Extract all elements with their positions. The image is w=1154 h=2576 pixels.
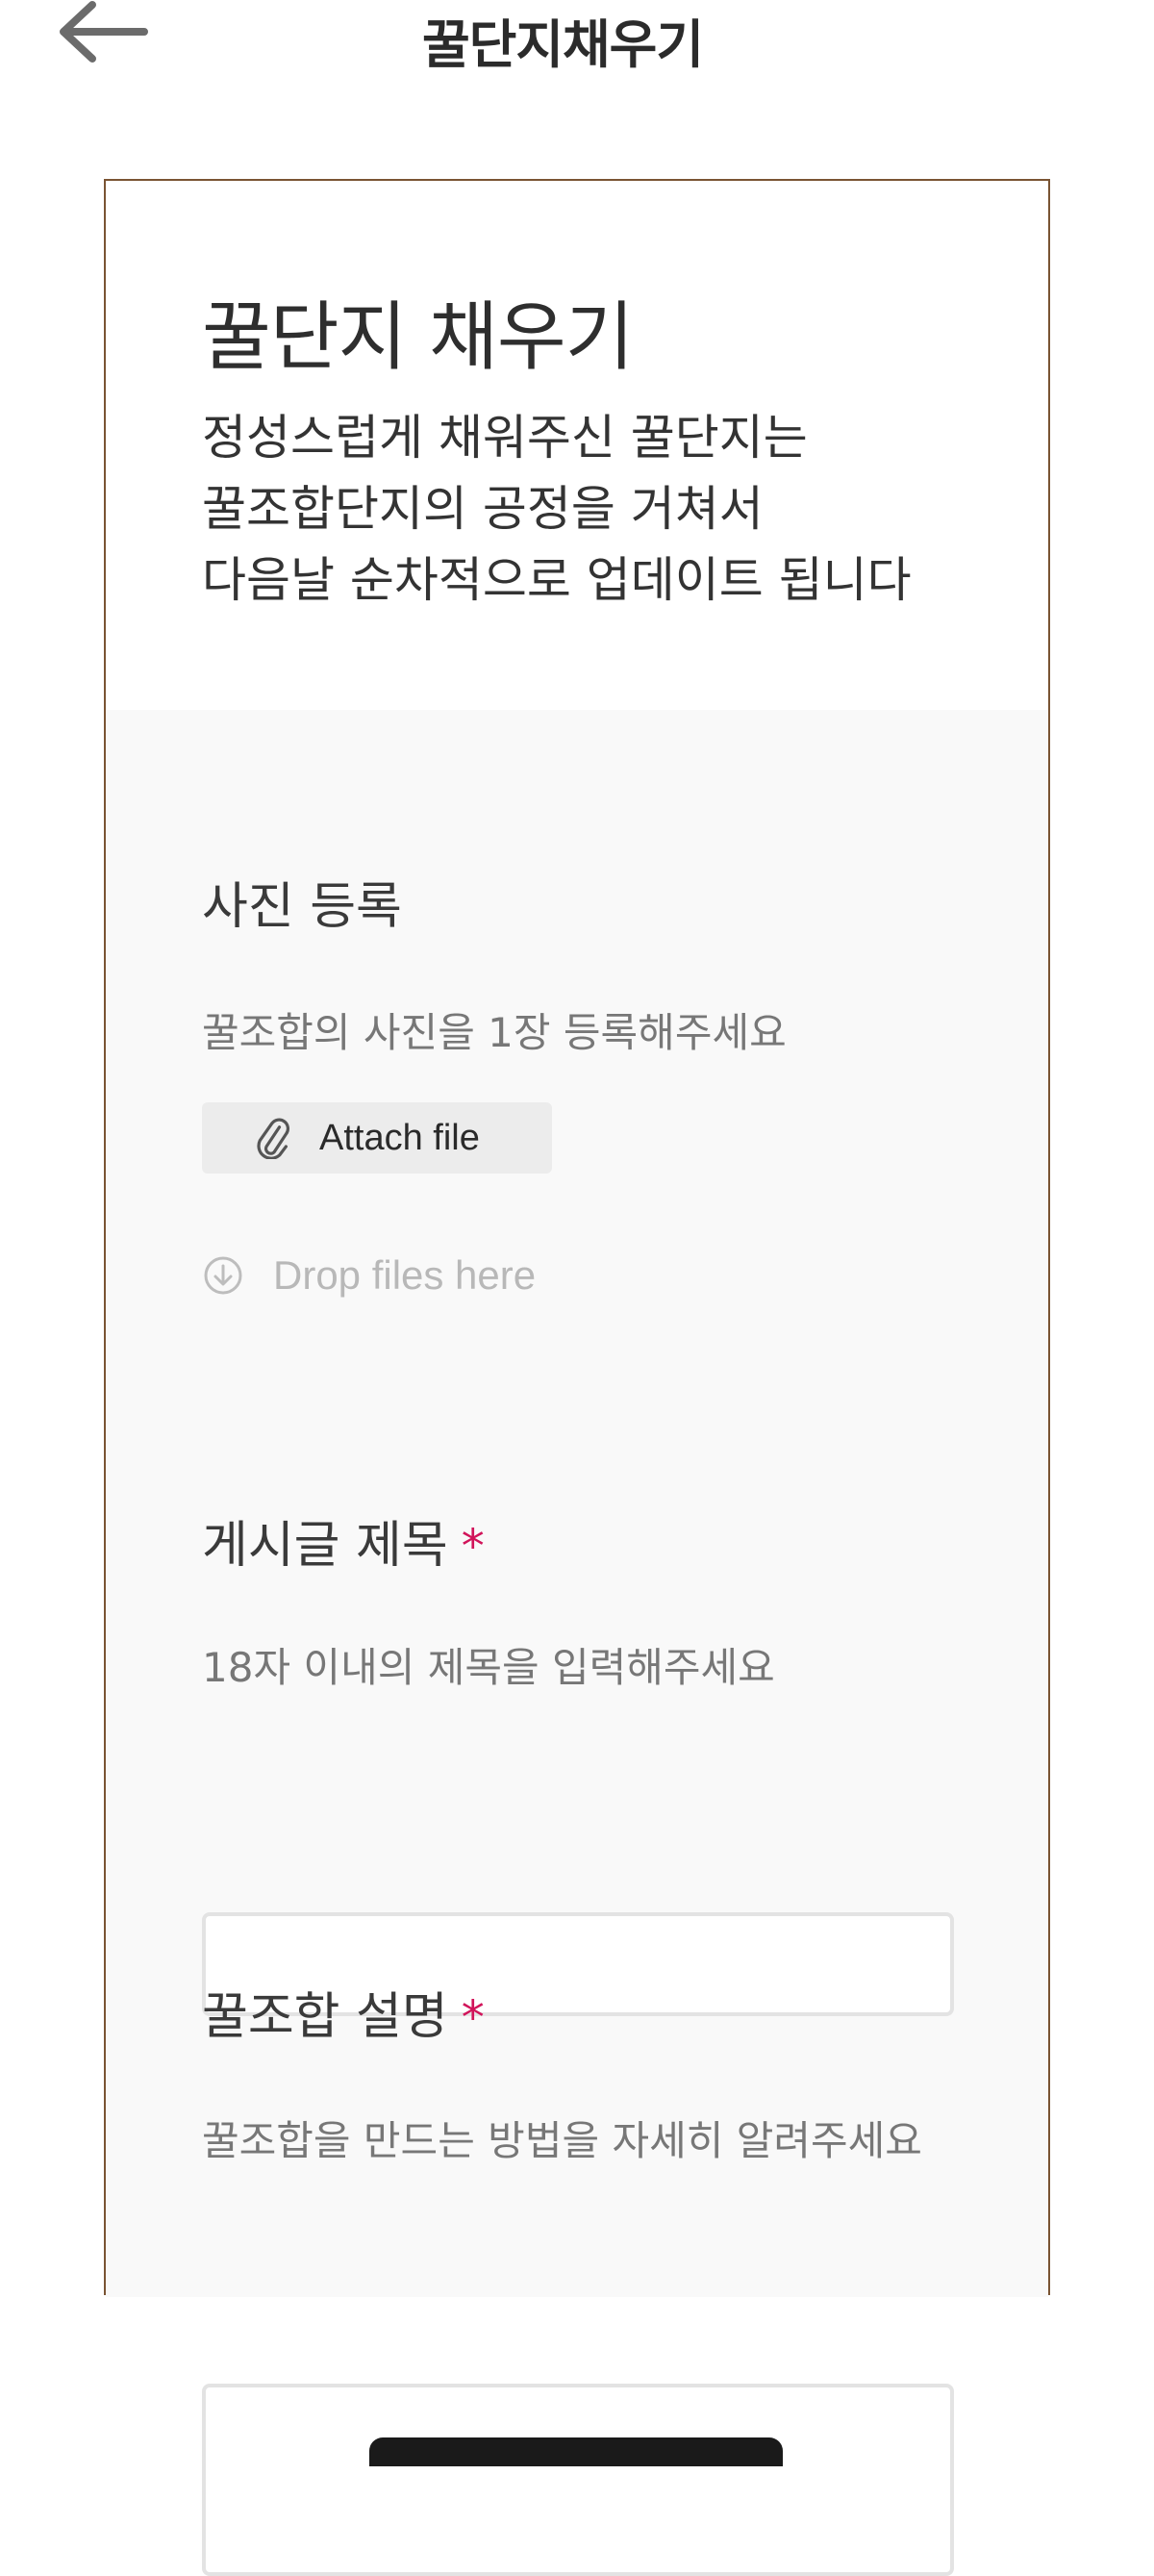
- photo-section-label: 사진 등록: [202, 878, 402, 936]
- title-label-text: 게시글 제목: [202, 1517, 448, 1575]
- title-field-help: 18자 이내의 제목을 입력해주세요: [202, 1644, 775, 1691]
- description-line: 다음날 순차적으로 업데이트 됩니다: [202, 552, 912, 608]
- photo-section-help: 꿀조합의 사진을 1장 등록해주세요: [202, 1009, 787, 1056]
- description-line: 정성스럽게 채워주신 꿀단지는: [202, 410, 808, 466]
- drop-files-label: Drop files here: [273, 1252, 537, 1298]
- file-drop-zone[interactable]: Drop files here: [202, 1247, 536, 1304]
- description-line: 꿀조합단지의 공정을 거쳐서: [202, 481, 764, 537]
- form-body: 사진 등록 꿀조합의 사진을 1장 등록해주세요 Attach file Dro…: [106, 710, 1048, 2576]
- title-field-label: 게시글 제목 *: [202, 1504, 485, 1577]
- required-marker: *: [461, 1520, 485, 1574]
- form-title: 꿀단지 채우기: [202, 294, 634, 381]
- attach-file-button[interactable]: Attach file: [202, 1102, 552, 1174]
- required-marker: *: [461, 1991, 485, 2045]
- download-circle-icon: [204, 1256, 242, 1295]
- description-textarea[interactable]: [202, 2384, 954, 2576]
- description-label-text: 꿀조합 설명: [202, 1988, 448, 2046]
- paperclip-icon: [257, 1118, 289, 1159]
- attach-file-label: Attach file: [319, 1117, 480, 1158]
- top-bar: 꿀단지채우기: [0, 0, 1154, 87]
- form-intro: 꿀단지 채우기 정성스럽게 채워주신 꿀단지는 꿀조합단지의 공정을 거쳐서 다…: [106, 181, 1048, 710]
- description-field-label: 꿀조합 설명 *: [202, 1976, 485, 2048]
- form-card: 꿀단지 채우기 정성스럽게 채워주신 꿀단지는 꿀조합단지의 공정을 거쳐서 다…: [104, 179, 1050, 2576]
- form-description: 정성스럽게 채워주신 꿀단지는 꿀조합단지의 공정을 거쳐서 다음날 순차적으로…: [202, 402, 1029, 616]
- textarea-toolbar: [369, 2437, 783, 2466]
- description-field-help: 꿀조합을 만드는 방법을 자세히 알려주세요: [202, 2117, 922, 2164]
- page-title: 꿀단지채우기: [421, 14, 704, 75]
